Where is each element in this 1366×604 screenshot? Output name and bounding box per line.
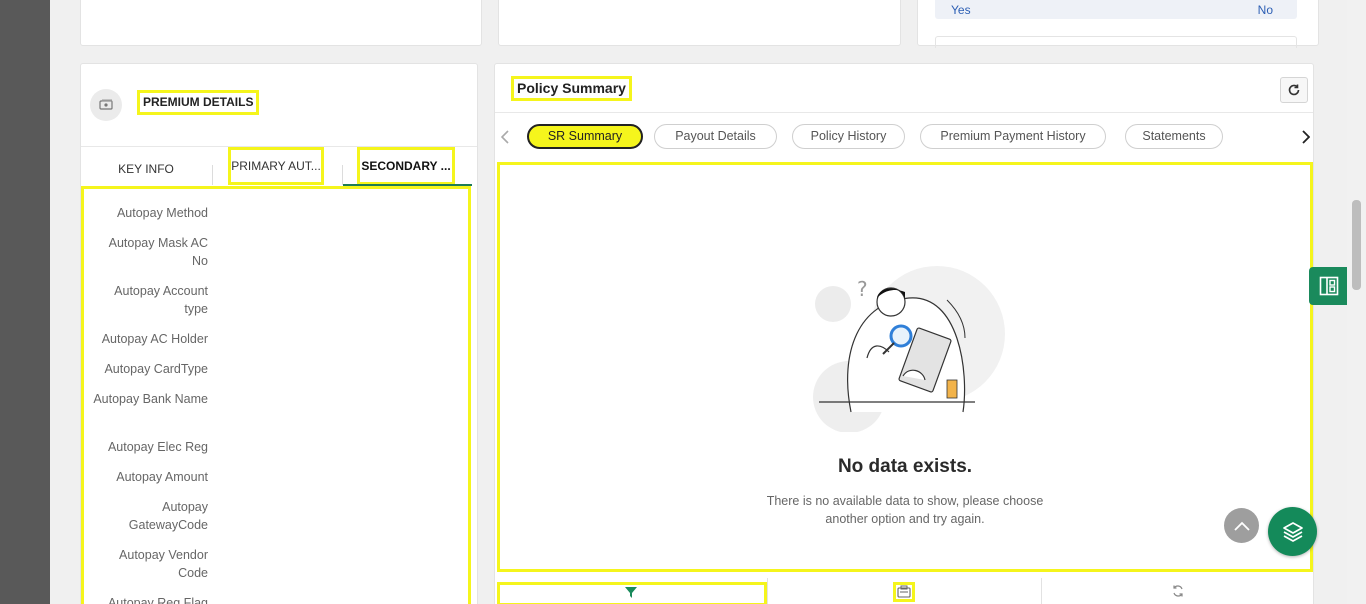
top-card-left [80, 0, 482, 46]
chevron-left-icon[interactable] [498, 128, 512, 146]
tab-primary-autopay[interactable]: PRIMARY AUT... [228, 147, 324, 185]
sub-panel [935, 36, 1297, 48]
bottom-divider [1041, 578, 1042, 604]
tab-premium-payment-history[interactable]: Premium Payment History [920, 124, 1106, 149]
field-label: Autopay Elec Reg [107, 440, 208, 454]
field-label: Autopay Mask AC No [108, 236, 208, 268]
yes-label[interactable]: Yes [951, 3, 971, 17]
field-label: Autopay Account type [114, 284, 208, 316]
divider [495, 112, 1313, 113]
list-icon [897, 585, 911, 598]
list-tab[interactable] [893, 582, 915, 602]
top-card-right: Yes No [917, 0, 1319, 48]
layout-toggle-button[interactable] [1309, 267, 1349, 305]
top-card-middle [498, 0, 901, 46]
tab-divider [342, 165, 343, 185]
refresh-button[interactable] [1280, 77, 1308, 103]
layers-fab-button[interactable] [1268, 507, 1317, 556]
field-label: Autopay Bank Name [93, 392, 208, 406]
field-label: Autopay Vendor Code [119, 548, 208, 580]
tab-divider [212, 165, 213, 185]
filter-tab[interactable] [497, 582, 767, 604]
premium-details-title: PREMIUM DETAILS [137, 90, 260, 115]
field-label: Autopay GatewayCode [128, 500, 208, 532]
left-sidebar-rail [0, 0, 50, 604]
scroll-to-top-button[interactable] [1224, 508, 1259, 543]
sync-tab[interactable] [1171, 584, 1187, 600]
svg-text:?: ? [857, 277, 868, 301]
no-label[interactable]: No [1258, 3, 1273, 17]
premium-fields-panel: Autopay Method Autopay Mask AC No Autopa… [81, 186, 471, 604]
policy-summary-card: Policy Summary SR Summary Payout Details… [494, 63, 1314, 604]
field-label: Autopay Reg Flag [107, 596, 208, 604]
field-label: Autopay AC Holder [101, 332, 208, 346]
page-scrollbar[interactable] [1347, 0, 1366, 604]
no-data-illustration: ? [813, 266, 1005, 432]
no-data-message: There is no available data to show, plea… [766, 494, 1044, 526]
no-data-title: No data exists. [837, 456, 973, 477]
layout-icon [1319, 276, 1339, 296]
refresh-icon [1288, 84, 1300, 96]
tab-payout-details[interactable]: Payout Details [654, 124, 777, 149]
bottom-divider [767, 578, 768, 604]
field-label: Autopay Method [116, 206, 208, 220]
filter-icon [625, 587, 637, 598]
tab-statements[interactable]: Statements [1125, 124, 1223, 149]
premium-tabs: KEY INFO PRIMARY AUT... SECONDARY ... [81, 146, 477, 186]
policy-summary-title: Policy Summary [511, 76, 632, 101]
sr-summary-panel: ? No data exists. There is no available … [497, 162, 1313, 572]
sync-icon [1173, 585, 1183, 597]
tab-key-info[interactable]: KEY INFO [95, 151, 197, 187]
tab-sr-summary[interactable]: SR Summary [527, 124, 643, 149]
layers-icon [1282, 521, 1303, 542]
yes-no-row: Yes No [935, 0, 1297, 19]
field-label: Autopay Amount [116, 470, 208, 484]
tab-policy-history[interactable]: Policy History [792, 124, 905, 149]
money-icon [90, 89, 122, 121]
chevron-right-icon[interactable] [1299, 128, 1313, 146]
field-label: Autopay CardType [104, 362, 208, 376]
tab-secondary-autopay[interactable]: SECONDARY ... [357, 147, 455, 185]
bottom-action-bar [495, 574, 1313, 604]
scrollbar-thumb[interactable] [1352, 200, 1361, 290]
chevron-up-icon [1233, 521, 1250, 531]
premium-details-card: PREMIUM DETAILS KEY INFO PRIMARY AUT... … [80, 63, 478, 604]
